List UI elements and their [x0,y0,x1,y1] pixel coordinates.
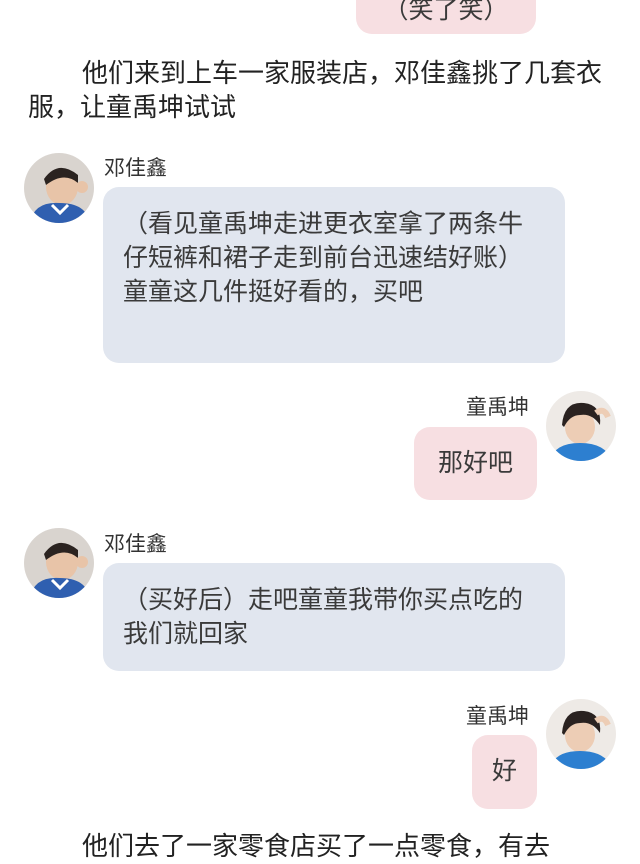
message-text: （看见童禹坤走进更衣室拿了两条牛仔短裤和裙子走到前台迅速结好账）童童这几件挺好看… [123,209,524,306]
message-bubble: 那好吧 [414,427,537,500]
message-bubble: （看见童禹坤走进更衣室拿了两条牛仔短裤和裙子走到前台迅速结好账）童童这几件挺好看… [103,187,565,363]
message-text: 好 [491,756,517,785]
message-bubble-partial: （笑了笑） [356,0,536,34]
message-text: （笑了笑） [383,0,509,24]
sender-name: 童禹坤 [466,704,529,728]
avatar-tongyukun[interactable] [546,699,616,769]
message-text: （买好后）走吧童童我带你买点吃的我们就回家 [123,585,524,648]
avatar-dengjiaxin[interactable] [24,528,94,598]
sender-name: 邓佳鑫 [104,532,167,556]
narration-text: 他们来到上车一家服装店，邓佳鑫挑了几套衣服，让童禹坤试试 [28,59,603,123]
message-bubble: （买好后）走吧童童我带你买点吃的我们就回家 [103,563,565,671]
message-bubble: 好 [472,735,537,809]
avatar-tongyukun[interactable] [546,391,616,461]
message-text: 那好吧 [437,448,513,477]
avatar-dengjiaxin[interactable] [24,153,94,223]
sender-name: 邓佳鑫 [104,156,167,180]
sender-name: 童禹坤 [466,395,529,419]
narration-text: 他们去了一家零食店买了一点零食，有去 [82,832,551,862]
